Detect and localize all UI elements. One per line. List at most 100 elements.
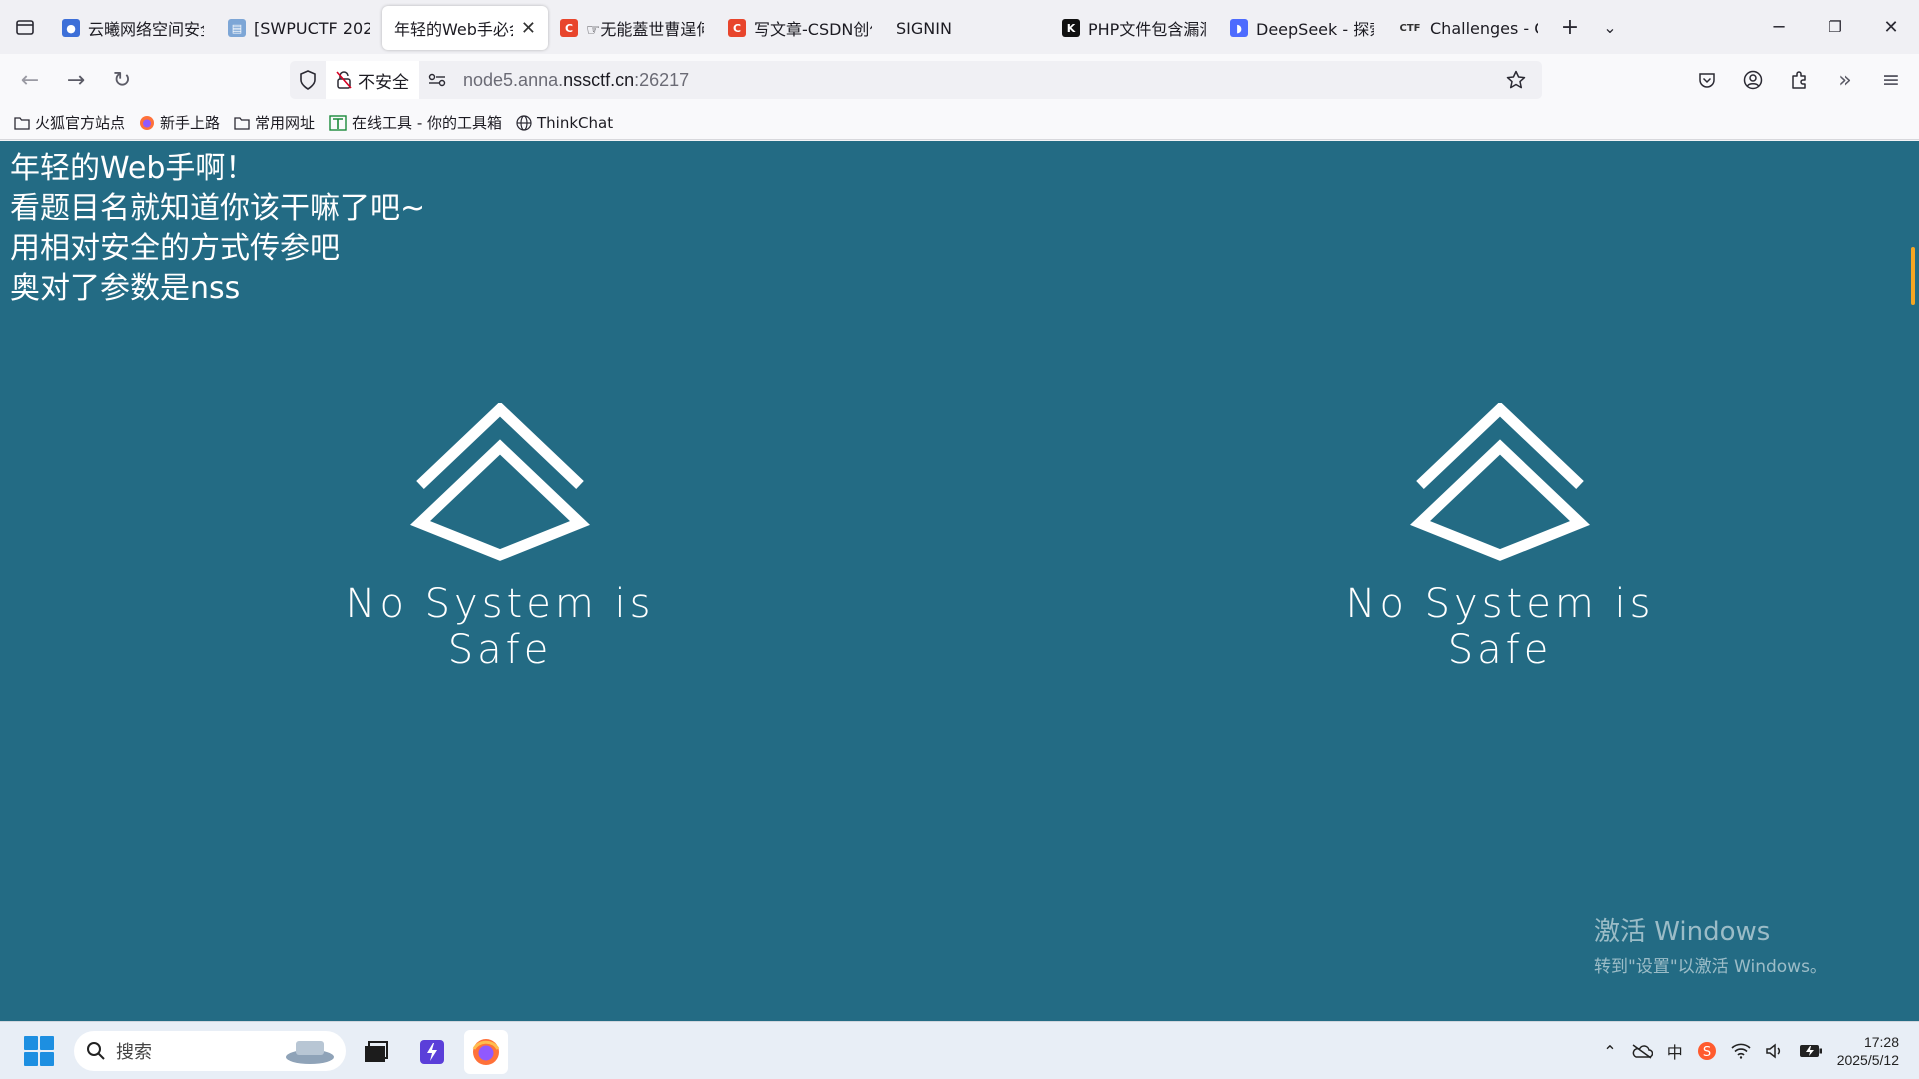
bookmark-label: 常用网址 bbox=[255, 114, 316, 132]
tab-label: DeepSeek - 探索 bbox=[1256, 20, 1374, 39]
search-highlight-illustration-icon bbox=[286, 1041, 334, 1064]
back-arrow-icon[interactable]: ← bbox=[8, 60, 52, 100]
tracking-protection-shield-icon[interactable] bbox=[290, 61, 326, 99]
new-tab-plus-icon[interactable]: + bbox=[1550, 7, 1590, 47]
folder-icon bbox=[14, 116, 30, 130]
url-text[interactable]: node5.anna.nssctf.cn:26217 bbox=[463, 70, 689, 91]
document-icon: ▤ bbox=[228, 19, 246, 37]
bookmark-item[interactable]: 新手上路 bbox=[139, 112, 220, 133]
intro-line: 年轻的Web手啊！ bbox=[10, 151, 256, 186]
scrollbar-thumb[interactable] bbox=[1911, 247, 1915, 305]
globe-icon: ● bbox=[62, 19, 80, 37]
csdn-icon: C bbox=[728, 19, 746, 37]
tab-4[interactable]: C 写文章-CSDN创作 bbox=[716, 6, 884, 50]
bookmark-item[interactable]: 在线工具 - 你的工具箱 bbox=[329, 112, 502, 133]
bookmark-item[interactable]: 常用网址 bbox=[234, 112, 315, 133]
permissions-icon[interactable] bbox=[419, 61, 455, 99]
ime-indicator[interactable]: 中 bbox=[1667, 1039, 1683, 1063]
dev-app-icon[interactable] bbox=[410, 1030, 454, 1074]
firefox-icon bbox=[140, 115, 155, 130]
bookmark-label: 火狐官方站点 bbox=[35, 114, 126, 132]
close-window-icon[interactable]: ✕ bbox=[1863, 0, 1919, 54]
reload-icon[interactable]: ↻ bbox=[100, 60, 144, 100]
intro-line: 看题目名就知道你该干嘛了吧~ bbox=[10, 191, 426, 226]
tab-3[interactable]: C ☞无能蓋世曹逞何 bbox=[548, 6, 716, 50]
system-tray: ⌃ 中 S 17:28 2025/5/12 bbox=[1603, 1022, 1919, 1079]
tab-label: SIGNIN bbox=[896, 18, 952, 38]
tab-label: PHP文件包含漏洞 bbox=[1088, 20, 1206, 39]
tab-8[interactable]: CTF Challenges - CTF bbox=[1386, 6, 1550, 50]
tab-5[interactable]: SIGNIN bbox=[884, 6, 1050, 50]
double-chevron-logo-icon bbox=[410, 403, 590, 561]
hamburger-menu-icon[interactable]: ≡ bbox=[1871, 60, 1911, 100]
clock-date: 2025/5/12 bbox=[1836, 1052, 1899, 1068]
battery-charging-icon[interactable] bbox=[1799, 1044, 1823, 1058]
folder-icon bbox=[234, 116, 250, 130]
bookmark-label: 新手上路 bbox=[160, 114, 221, 132]
logo-slogan: No System is Safe bbox=[1345, 581, 1655, 673]
url-prefix: node5.anna. bbox=[463, 69, 564, 90]
tab-6[interactable]: K PHP文件包含漏洞 bbox=[1050, 6, 1218, 50]
bookmark-label: 在线工具 - 你的工具箱 bbox=[352, 114, 502, 132]
logo-left: No System is Safe bbox=[290, 403, 710, 673]
svg-text:S: S bbox=[1703, 1045, 1711, 1060]
wifi-icon[interactable] bbox=[1731, 1043, 1751, 1059]
tab-2[interactable]: 年轻的Web手必会 ✕ bbox=[382, 6, 548, 50]
sogou-ime-icon[interactable]: S bbox=[1697, 1041, 1717, 1061]
address-bar[interactable]: 不安全 node5.anna.nssctf.cn:26217 bbox=[290, 61, 1542, 99]
broken-lock-icon bbox=[336, 71, 352, 89]
windows-activation-watermark: 激活 Windows 转到"设置"以激活 Windows。 bbox=[1594, 911, 1827, 977]
close-tab-icon[interactable]: ✕ bbox=[521, 18, 536, 39]
bookmark-star-icon[interactable] bbox=[1498, 61, 1534, 99]
clock-time: 17:28 bbox=[1863, 1034, 1899, 1050]
file-explorer-app-icon[interactable] bbox=[354, 1030, 398, 1074]
connection-not-secure-button[interactable]: 不安全 bbox=[326, 61, 419, 99]
tab-label: ☞无能蓋世曹逞何 bbox=[586, 20, 704, 39]
csdn-icon: C bbox=[560, 19, 578, 37]
toolbox-icon bbox=[329, 114, 347, 131]
intro-line: 用相对安全的方式传参吧 bbox=[10, 231, 340, 266]
page-content: 年轻的Web手啊！ 看题目名就知道你该干嘛了吧~ 用相对安全的方式传参吧 奥对了… bbox=[0, 141, 1919, 1021]
url-port: :26217 bbox=[634, 69, 690, 90]
bookmarks-toolbar: 火狐官方站点 新手上路 常用网址 在线工具 - 你的工具箱 ThinkChat bbox=[0, 106, 1919, 140]
tab-7[interactable]: ◗ DeepSeek - 探索 bbox=[1218, 6, 1386, 50]
restore-icon[interactable]: ❐ bbox=[1807, 0, 1863, 54]
k-site-icon: K bbox=[1062, 19, 1080, 37]
extensions-puzzle-icon[interactable] bbox=[1779, 60, 1819, 100]
double-chevron-logo-icon bbox=[1410, 403, 1590, 561]
bookmark-label: ThinkChat bbox=[537, 113, 614, 132]
minimize-icon[interactable]: ─ bbox=[1751, 0, 1807, 54]
list-all-tabs-chevron-icon[interactable]: ⌄ bbox=[1590, 7, 1630, 47]
taskbar-search-box[interactable]: 搜索 bbox=[74, 1031, 346, 1071]
security-label: 不安全 bbox=[358, 72, 409, 93]
watermark-title: 激活 Windows bbox=[1594, 917, 1771, 947]
navigation-toolbar: ← → ↻ 不安全 node5.anna.nssctf.cn:26217 » ≡ bbox=[0, 54, 1919, 106]
firefox-taskbar-icon[interactable] bbox=[464, 1030, 508, 1074]
intro-line: 奥对了参数是nss bbox=[10, 271, 241, 306]
ctf-icon: CTF bbox=[1399, 22, 1421, 34]
tab-1[interactable]: ▤ [SWPUCTF 2022 bbox=[216, 6, 382, 50]
pocket-icon[interactable] bbox=[1687, 60, 1727, 100]
deepseek-whale-icon: ◗ bbox=[1230, 19, 1248, 37]
tab-0[interactable]: ● 云曦网络空间安全 bbox=[50, 6, 216, 50]
forward-arrow-icon[interactable]: → bbox=[54, 60, 98, 100]
url-domain: nssctf.cn bbox=[563, 69, 635, 90]
account-icon[interactable] bbox=[1733, 60, 1773, 100]
tab-label: 年轻的Web手必会 bbox=[394, 20, 513, 39]
bookmark-item[interactable]: ThinkChat bbox=[516, 114, 613, 132]
tab-label: Challenges - CTF bbox=[1430, 18, 1538, 38]
volume-icon[interactable] bbox=[1765, 1043, 1785, 1059]
globe-icon bbox=[516, 114, 532, 131]
system-clock[interactable]: 17:28 2025/5/12 bbox=[1837, 1033, 1899, 1069]
more-tools-chevron-icon[interactable]: » bbox=[1825, 60, 1865, 100]
logo-right: No System is Safe bbox=[1290, 403, 1710, 673]
onedrive-offline-icon[interactable] bbox=[1631, 1043, 1653, 1059]
bookmark-item[interactable]: 火狐官方站点 bbox=[14, 112, 125, 133]
windows-start-icon[interactable] bbox=[24, 1036, 54, 1066]
logo-slogan: No System is Safe bbox=[345, 581, 655, 673]
tab-label: 写文章-CSDN创作 bbox=[754, 20, 872, 39]
show-hidden-icons-chevron-icon[interactable]: ⌃ bbox=[1603, 1042, 1616, 1061]
tab-list-icon bbox=[16, 20, 34, 35]
watermark-subtitle: 转到"设置"以激活 Windows。 bbox=[1594, 957, 1827, 977]
tab-list-button[interactable] bbox=[0, 0, 50, 54]
